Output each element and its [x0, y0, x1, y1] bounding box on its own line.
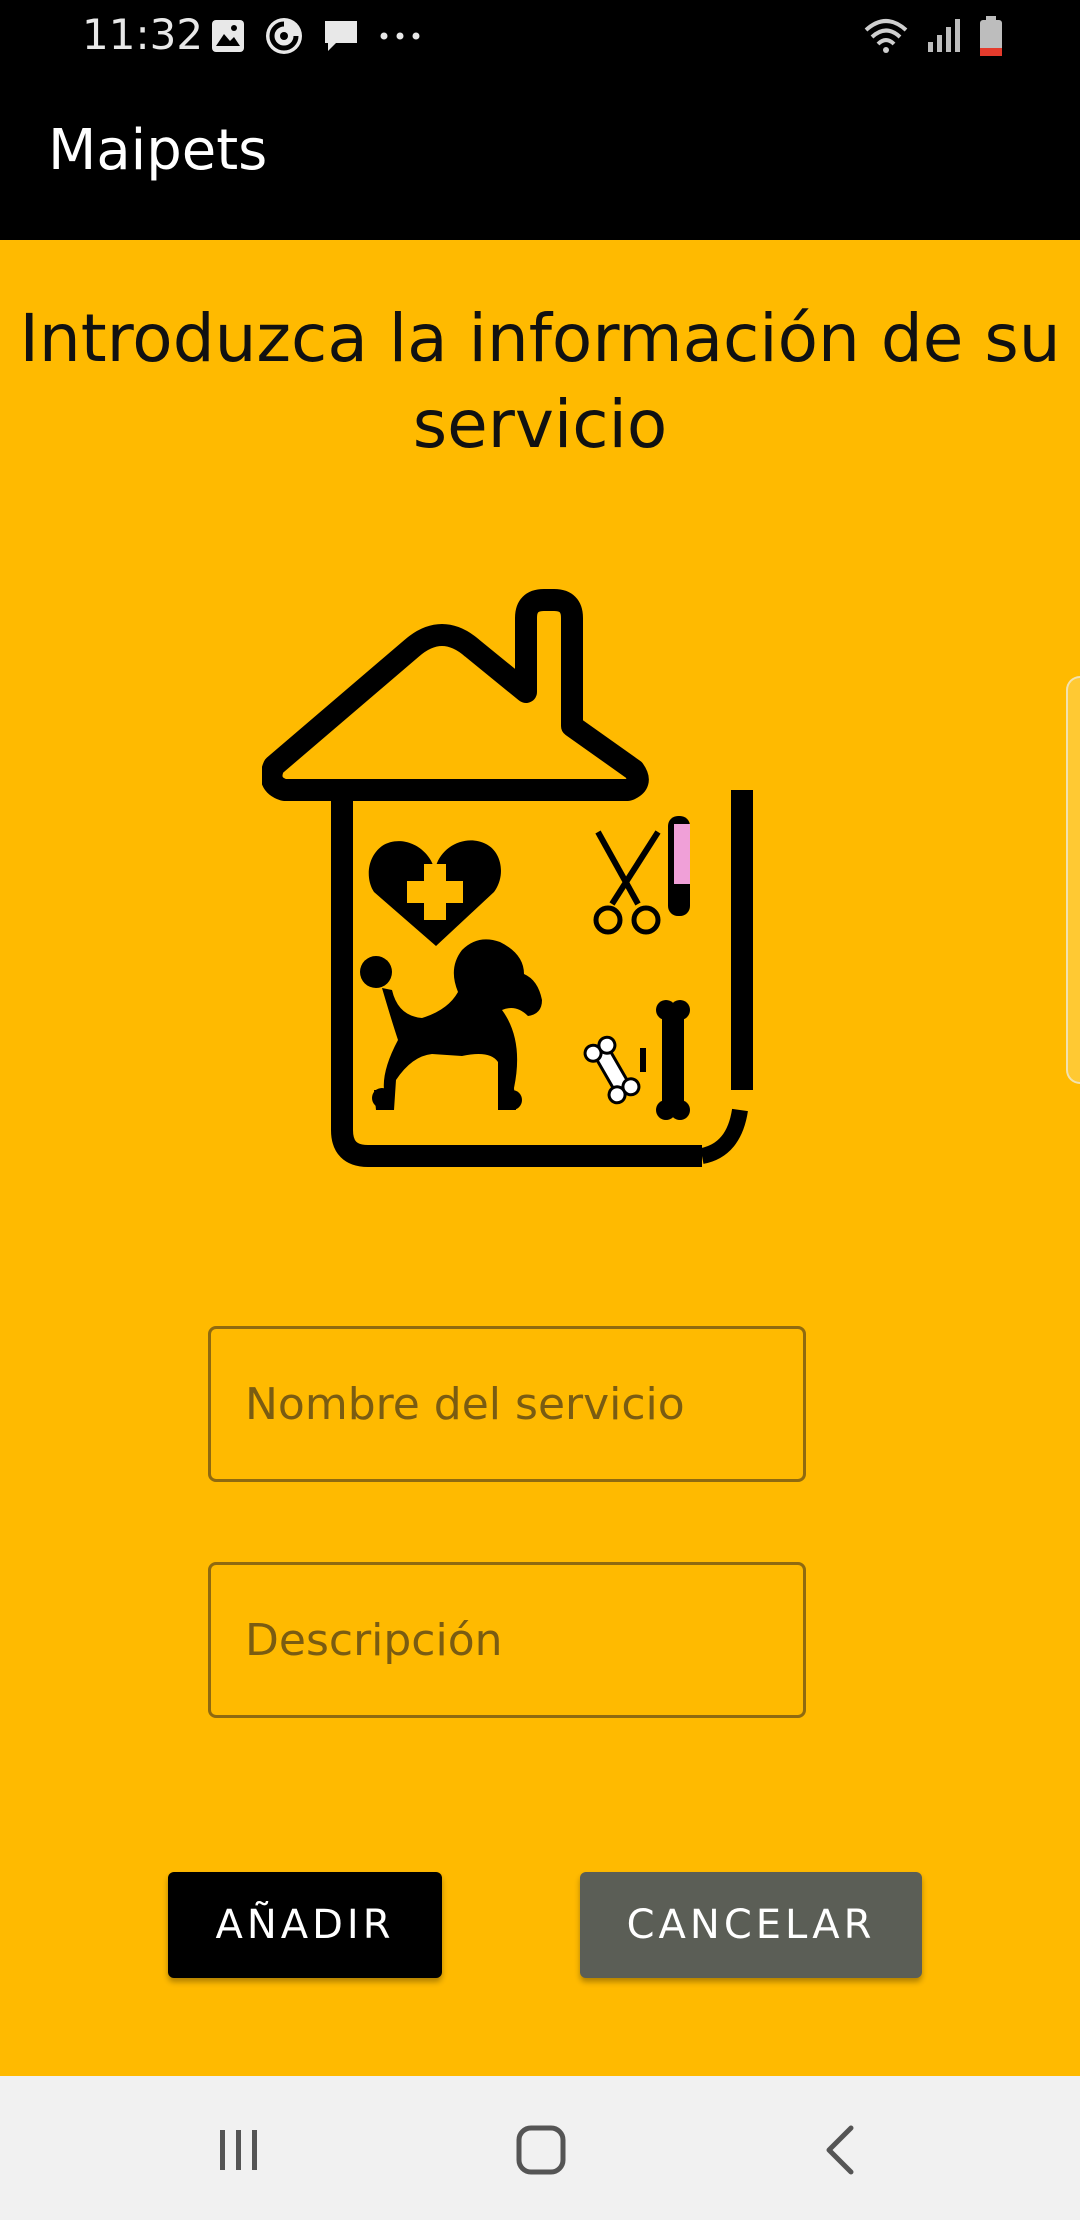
add-button[interactable]: AÑADIR — [168, 1872, 442, 1978]
home-button[interactable] — [506, 2120, 576, 2180]
home-icon — [516, 2125, 566, 2175]
status-bar: 11:32 — [0, 0, 1080, 72]
recent-apps-icon — [220, 2130, 257, 2170]
cancel-button[interactable]: CANCELAR — [580, 1872, 922, 1978]
wifi-icon — [864, 19, 908, 53]
description-input[interactable] — [211, 1565, 803, 1715]
sync-icon — [266, 18, 302, 54]
service-name-field[interactable] — [208, 1326, 806, 1482]
heading-line-1: Introduzca la información de su — [19, 300, 1061, 377]
back-button[interactable] — [806, 2120, 876, 2180]
pet-house-logo-icon — [262, 589, 753, 1167]
image-icon — [212, 20, 244, 52]
recent-apps-button[interactable] — [204, 2120, 274, 2180]
status-icons-left — [210, 16, 422, 56]
app-bar: Maipets — [0, 72, 1080, 240]
battery-icon — [980, 16, 1002, 56]
more-icon — [380, 32, 420, 40]
back-icon — [826, 2125, 854, 2175]
description-field[interactable] — [208, 1562, 806, 1718]
edge-panel-handle[interactable] — [1066, 676, 1080, 1084]
app-title: Maipets — [48, 118, 268, 183]
service-name-input[interactable] — [211, 1329, 803, 1479]
status-icons-right — [862, 14, 1004, 58]
status-time: 11:32 — [82, 10, 204, 59]
message-icon — [325, 21, 357, 51]
signal-icon — [928, 19, 960, 52]
page-heading: Introduzca la información de su servicio — [0, 296, 1080, 468]
navigation-bar — [0, 2076, 1080, 2220]
heading-line-2: servicio — [412, 386, 668, 463]
